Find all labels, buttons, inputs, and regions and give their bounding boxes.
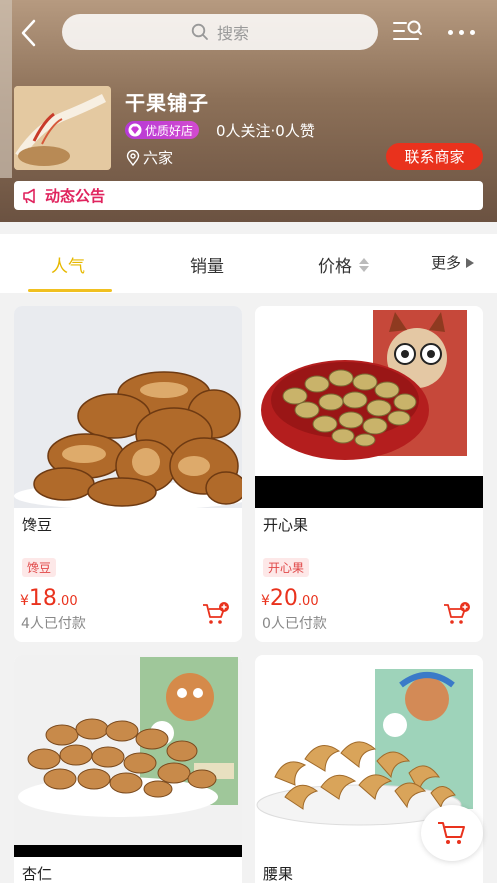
megaphone-icon bbox=[23, 188, 35, 203]
product-card[interactable]: 开心果 开心果 ¥20.00 0人已付款 bbox=[255, 306, 483, 642]
product-price: ¥20.00 bbox=[261, 586, 319, 611]
follow-like-count: 0人关注·0人赞 bbox=[216, 122, 315, 140]
tab-more-label: 更多 bbox=[431, 254, 462, 272]
price-currency: ¥ bbox=[20, 593, 29, 609]
tab-more[interactable]: 更多 bbox=[431, 252, 475, 273]
cart-plus-icon bbox=[203, 602, 229, 624]
tab-sales[interactable]: 销量 bbox=[190, 252, 224, 277]
active-tab-indicator bbox=[28, 289, 112, 292]
sold-count: 4人已付款 bbox=[21, 616, 86, 632]
product-name: 腰果 bbox=[263, 865, 294, 883]
quality-badge: 优质好店 bbox=[125, 121, 200, 139]
pistachio-photo bbox=[255, 306, 483, 508]
product-name: 开心果 bbox=[263, 516, 309, 534]
shop-header: 搜索 干果铺子 优质好店 0人关注·0人赞 六家 联系商家 动态公告 bbox=[0, 0, 497, 222]
sort-arrows-icon bbox=[359, 257, 369, 272]
floating-cart-button[interactable] bbox=[421, 805, 483, 861]
tab-price[interactable]: 价格 bbox=[318, 252, 370, 277]
tab-price-label: 价格 bbox=[318, 257, 352, 277]
sold-count: 0人已付款 bbox=[262, 616, 327, 632]
price-currency: ¥ bbox=[261, 593, 270, 609]
back-button[interactable] bbox=[14, 16, 46, 50]
product-name: 馋豆 bbox=[22, 516, 53, 534]
add-to-cart-button[interactable] bbox=[443, 602, 471, 626]
category-search-button[interactable] bbox=[392, 18, 424, 46]
announcement-bar[interactable]: 动态公告 bbox=[14, 181, 483, 210]
location-pin-icon bbox=[126, 149, 140, 166]
tab-popular[interactable]: 人气 bbox=[51, 252, 85, 277]
back-arrow-icon bbox=[21, 19, 36, 47]
price-decimal: .00 bbox=[297, 594, 319, 609]
add-to-cart-button[interactable] bbox=[202, 602, 230, 626]
price-integer: 18 bbox=[28, 586, 57, 611]
dot-icon bbox=[470, 29, 475, 35]
diamond-icon bbox=[128, 123, 142, 137]
shop-location: 六家 bbox=[126, 147, 173, 168]
more-options-button[interactable] bbox=[448, 22, 484, 42]
dot-icon bbox=[459, 29, 464, 35]
sort-tabs: 人气 销量 价格 更多 bbox=[0, 234, 497, 293]
product-image[interactable] bbox=[14, 655, 242, 857]
list-search-icon bbox=[393, 20, 422, 40]
shop-logo-image bbox=[14, 86, 111, 170]
search-placeholder: 搜索 bbox=[216, 24, 249, 43]
shop-logo[interactable] bbox=[14, 86, 111, 170]
product-tag: 馋豆 bbox=[22, 558, 57, 577]
announcement-label: 动态公告 bbox=[45, 187, 106, 205]
cart-plus-icon bbox=[444, 602, 470, 624]
search-icon bbox=[191, 23, 208, 40]
broad-bean-photo bbox=[14, 306, 242, 508]
dot-icon bbox=[448, 29, 453, 35]
product-card[interactable]: 馋豆 馋豆 ¥18.00 4人已付款 bbox=[14, 306, 242, 642]
price-integer: 20 bbox=[269, 586, 298, 611]
search-bar[interactable]: 搜索 bbox=[62, 14, 378, 50]
shop-name: 干果铺子 bbox=[125, 91, 209, 115]
product-tag: 开心果 bbox=[263, 558, 310, 577]
contact-merchant-button[interactable]: 联系商家 bbox=[386, 143, 483, 170]
product-name: 杏仁 bbox=[22, 865, 53, 883]
product-image[interactable] bbox=[255, 306, 483, 508]
triangle-right-icon bbox=[466, 257, 475, 268]
product-price: ¥18.00 bbox=[20, 586, 78, 611]
quality-badge-label: 优质好店 bbox=[145, 123, 194, 138]
location-label: 六家 bbox=[143, 149, 174, 167]
product-image[interactable] bbox=[14, 306, 242, 508]
shopping-cart-icon bbox=[438, 822, 465, 844]
price-decimal: .00 bbox=[56, 594, 78, 609]
product-card[interactable]: 杏仁 bbox=[14, 655, 242, 883]
almond-photo bbox=[14, 655, 242, 857]
